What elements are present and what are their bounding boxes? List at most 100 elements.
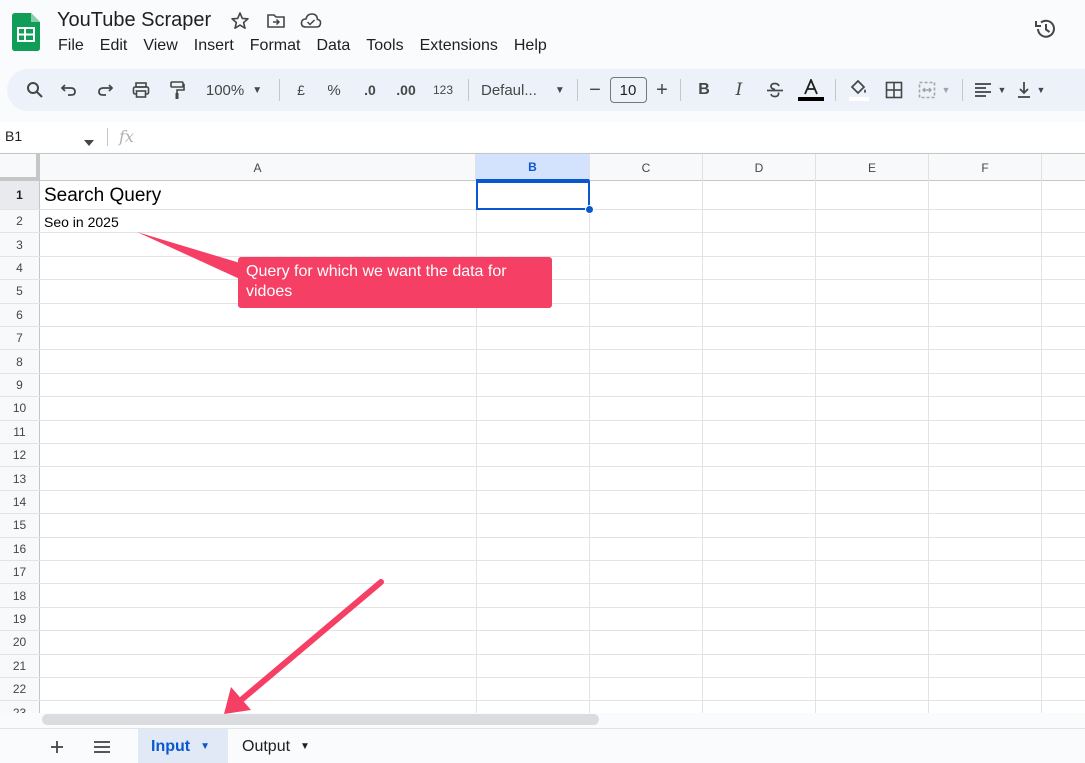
fill-color-button[interactable]: [842, 75, 876, 105]
table-row[interactable]: 16: [0, 537, 1085, 561]
row-header[interactable]: 20: [0, 631, 40, 654]
table-row[interactable]: 15: [0, 514, 1085, 538]
table-row[interactable]: 2: [0, 210, 1085, 234]
table-row[interactable]: 12: [0, 444, 1085, 468]
table-row[interactable]: 17: [0, 561, 1085, 585]
all-sheets-button[interactable]: [90, 735, 114, 759]
row-header[interactable]: 4: [0, 256, 40, 280]
row-header[interactable]: 15: [0, 514, 40, 537]
table-row[interactable]: 8: [0, 350, 1085, 374]
row-header[interactable]: 17: [0, 561, 40, 584]
row-header[interactable]: 2: [0, 210, 40, 233]
table-row[interactable]: 13: [0, 467, 1085, 491]
select-all-corner[interactable]: [0, 154, 40, 181]
table-row[interactable]: 3: [0, 233, 1085, 257]
column-header-b[interactable]: B: [476, 154, 590, 181]
row-header[interactable]: 18: [0, 584, 40, 607]
row-header[interactable]: 11: [0, 420, 40, 443]
cell-a2[interactable]: Seo in 2025: [44, 214, 119, 230]
search-menus-button[interactable]: [19, 75, 51, 105]
column-header-d[interactable]: D: [703, 154, 816, 181]
row-header[interactable]: 12: [0, 444, 40, 467]
decrease-font-size-button[interactable]: −: [584, 75, 606, 105]
borders-button[interactable]: [876, 75, 912, 105]
sheets-logo-icon[interactable]: [12, 13, 40, 51]
table-row[interactable]: 19: [0, 607, 1085, 632]
sheet-tab-input[interactable]: Input ▼: [138, 729, 228, 763]
currency-format-button[interactable]: £: [286, 75, 316, 105]
version-history-icon[interactable]: [1033, 16, 1059, 42]
cell-a1[interactable]: Search Query: [44, 185, 161, 207]
table-row[interactable]: 20: [0, 631, 1085, 655]
decrease-decimal-button[interactable]: .0: [352, 75, 388, 105]
name-box[interactable]: B1: [5, 128, 22, 144]
horizontal-align-button[interactable]: ▼: [969, 75, 1011, 105]
fill-handle[interactable]: [585, 205, 594, 214]
menu-tools[interactable]: Tools: [358, 36, 411, 56]
row-header[interactable]: 8: [0, 350, 40, 373]
formula-input[interactable]: [150, 128, 1050, 146]
table-row[interactable]: 10: [0, 397, 1085, 421]
bold-button[interactable]: B: [687, 75, 721, 105]
spreadsheet-grid[interactable]: A B C D E F 1 2 3 4 5 6 7 8 9 10 11 12 13 14 15 16 17 18 1…: [0, 153, 1085, 713]
menu-extensions[interactable]: Extensions: [412, 36, 506, 56]
zoom-select[interactable]: 100% ▼: [195, 75, 273, 105]
row-header[interactable]: 16: [0, 537, 40, 560]
menu-help[interactable]: Help: [506, 36, 555, 56]
table-row[interactable]: 11: [0, 420, 1085, 444]
more-formats-button[interactable]: 123: [424, 75, 462, 105]
star-icon[interactable]: [229, 10, 251, 32]
increase-font-size-button[interactable]: +: [650, 75, 674, 105]
percent-format-button[interactable]: %: [316, 75, 352, 105]
vertical-align-button[interactable]: ▼: [1011, 75, 1051, 105]
menu-edit[interactable]: Edit: [92, 36, 136, 56]
row-header[interactable]: 3: [0, 233, 40, 256]
column-header-f[interactable]: F: [929, 154, 1042, 181]
menu-view[interactable]: View: [135, 36, 185, 56]
italic-button[interactable]: I: [721, 75, 757, 105]
merge-cells-button[interactable]: ▼: [912, 75, 956, 105]
row-header[interactable]: 5: [0, 280, 40, 303]
paint-format-button[interactable]: [159, 75, 195, 105]
row-header[interactable]: 6: [0, 303, 40, 326]
table-row[interactable]: 7: [0, 327, 1085, 351]
menu-data[interactable]: Data: [308, 36, 358, 56]
row-header[interactable]: 1: [0, 181, 40, 209]
cloud-saved-icon[interactable]: [300, 10, 322, 32]
column-header-a[interactable]: A: [40, 154, 476, 181]
row-header[interactable]: 21: [0, 654, 40, 677]
add-sheet-button[interactable]: [45, 735, 69, 759]
row-header[interactable]: 19: [0, 607, 40, 631]
strikethrough-button[interactable]: [757, 75, 793, 105]
row-header[interactable]: 13: [0, 467, 40, 490]
row-header[interactable]: 23: [0, 701, 40, 713]
row-header[interactable]: 9: [0, 373, 40, 397]
row-header[interactable]: 10: [0, 397, 40, 420]
font-size-input[interactable]: 10: [606, 75, 650, 105]
row-header[interactable]: 22: [0, 678, 40, 701]
table-row[interactable]: 14: [0, 490, 1085, 515]
row-header[interactable]: 7: [0, 327, 40, 350]
undo-button[interactable]: [51, 75, 87, 105]
table-row[interactable]: 23: [0, 701, 1085, 713]
horizontal-scrollbar[interactable]: [42, 714, 599, 725]
sheet-tab-output[interactable]: Output ▼: [229, 729, 329, 763]
selected-cell-b1[interactable]: [476, 181, 590, 210]
document-title[interactable]: YouTube Scraper: [57, 9, 211, 32]
table-row[interactable]: 21: [0, 654, 1085, 678]
redo-button[interactable]: [87, 75, 123, 105]
table-row[interactable]: 22: [0, 678, 1085, 702]
table-row[interactable]: 18: [0, 584, 1085, 608]
font-family-select[interactable]: Defaul... ▼: [475, 75, 571, 105]
column-header-g[interactable]: [1042, 154, 1085, 181]
move-folder-icon[interactable]: [265, 10, 287, 32]
column-header-e[interactable]: E: [816, 154, 929, 181]
menu-insert[interactable]: Insert: [186, 36, 242, 56]
menu-file[interactable]: File: [50, 36, 92, 56]
menu-format[interactable]: Format: [242, 36, 309, 56]
name-box-caret-icon[interactable]: [84, 133, 94, 151]
table-row[interactable]: 9: [0, 373, 1085, 398]
text-color-button[interactable]: [793, 75, 829, 105]
print-button[interactable]: [123, 75, 159, 105]
column-header-c[interactable]: C: [590, 154, 703, 181]
